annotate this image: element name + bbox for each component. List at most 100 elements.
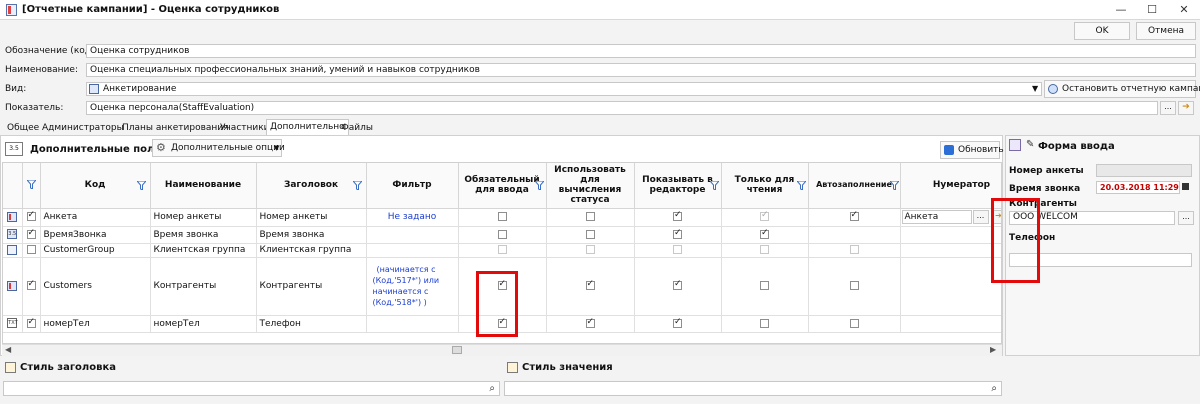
header-readonly[interactable]: Только для чтения	[721, 163, 809, 209]
show-editor-checkbox[interactable]	[673, 245, 682, 254]
name-cell[interactable]: Время звонка	[150, 226, 257, 244]
use-status-checkbox[interactable]	[585, 279, 595, 290]
row-check-cell[interactable]	[22, 208, 41, 227]
show-editor-checkbox[interactable]	[673, 228, 682, 239]
code-cell[interactable]: номерТел	[40, 315, 151, 333]
tab-files[interactable]: Файлы	[338, 121, 376, 135]
show-editor-cell[interactable]	[634, 257, 722, 316]
use-status-cell[interactable]	[546, 315, 635, 333]
chevron-down-icon[interactable]: ▼	[1032, 84, 1038, 93]
code-cell[interactable]: Анкета	[40, 208, 151, 227]
readonly-cell[interactable]	[721, 226, 809, 244]
name-field[interactable]: Оценка специальных профессиональных знан…	[86, 63, 1196, 77]
heading-cell[interactable]: Клиентская группа	[256, 243, 367, 258]
header-use-status[interactable]: Использовать для вычисления статуса	[546, 163, 635, 209]
autofill-checkbox[interactable]	[849, 281, 859, 290]
header-numerator[interactable]: Нумератор	[900, 163, 1001, 209]
autofill-cell[interactable]	[808, 226, 901, 244]
autofill-cell[interactable]	[808, 315, 901, 333]
header-autofill[interactable]: Автозаполнение	[808, 163, 901, 209]
header-show-editor[interactable]: Показывать в редакторе	[634, 163, 722, 209]
filter-cell[interactable]	[366, 315, 459, 333]
code-cell[interactable]: Customers	[40, 257, 151, 316]
use-status-checkbox[interactable]	[585, 212, 595, 221]
use-status-cell[interactable]	[546, 257, 635, 316]
heading-cell[interactable]: Телефон	[256, 315, 367, 333]
use-status-cell[interactable]	[546, 208, 635, 227]
readonly-cell[interactable]	[721, 208, 809, 227]
heading-cell[interactable]: Время звонка	[256, 226, 367, 244]
header-code[interactable]: Код	[40, 163, 151, 209]
ok-button[interactable]: OK	[1074, 22, 1130, 40]
view-select[interactable]: Анкетирование	[86, 82, 1042, 96]
row-select-checkbox[interactable]	[26, 317, 36, 328]
scroll-thumb[interactable]	[452, 346, 462, 354]
code-cell[interactable]: ВремяЗвонка	[40, 226, 151, 244]
horizontal-scrollbar[interactable]: ◀ ▶	[2, 344, 1002, 356]
filter-icon[interactable]	[136, 181, 146, 190]
row-check-cell[interactable]	[22, 226, 41, 244]
readonly-checkbox[interactable]	[760, 228, 769, 239]
required-cell[interactable]	[458, 208, 547, 227]
table-row[interactable]: 3.5 ВремяЗвонка Время звонка Время звонк…	[3, 226, 1001, 244]
row-check-cell[interactable]	[22, 243, 41, 258]
close-button[interactable]: ✕	[1168, 0, 1200, 20]
counterparties-select-button[interactable]: ...	[1178, 211, 1194, 225]
numerator-select-button[interactable]: ...	[972, 210, 989, 224]
header-style-search-input[interactable]: ⌕	[3, 381, 500, 396]
autofill-cell[interactable]	[808, 243, 901, 258]
show-editor-cell[interactable]	[634, 226, 722, 244]
tab-additional[interactable]: Дополнительно	[266, 119, 349, 135]
indicator-open-button[interactable]: ➔	[1178, 101, 1194, 115]
filter-icon[interactable]	[534, 181, 544, 190]
search-icon[interactable]: ⌕	[991, 383, 997, 394]
scroll-right-icon[interactable]: ▶	[990, 345, 996, 354]
show-editor-cell[interactable]	[634, 315, 722, 333]
filter-icon[interactable]	[26, 180, 36, 190]
numerator-cell[interactable]: Анкета ... ➔	[900, 208, 1001, 227]
show-editor-cell[interactable]	[634, 208, 722, 227]
name-cell[interactable]: Номер анкеты	[150, 208, 257, 227]
row-select-checkbox[interactable]	[26, 279, 36, 290]
required-cell[interactable]	[458, 226, 547, 244]
stop-campaign-button[interactable]: Остановить отчетную кампанию	[1044, 80, 1200, 98]
cancel-button[interactable]: Отмена	[1136, 22, 1196, 40]
numerator-cell[interactable]	[900, 257, 1001, 316]
search-icon[interactable]: ⌕	[489, 383, 495, 394]
header-required[interactable]: Обязательный для ввода	[458, 163, 547, 209]
use-status-checkbox[interactable]	[585, 317, 595, 328]
refresh-button[interactable]: Обновить	[940, 141, 1004, 159]
required-checkbox[interactable]	[497, 229, 507, 239]
required-checkbox[interactable]	[497, 245, 507, 254]
show-editor-checkbox[interactable]	[673, 210, 682, 221]
required-checkbox[interactable]	[497, 212, 507, 221]
autofill-cell[interactable]	[808, 208, 901, 227]
tab-administrators[interactable]: Администраторы	[39, 121, 127, 135]
row-check-cell[interactable]	[22, 257, 41, 316]
minimize-button[interactable]: —	[1105, 0, 1137, 20]
readonly-cell[interactable]	[721, 315, 809, 333]
tab-general[interactable]: Общее	[4, 121, 42, 135]
filter-cell[interactable]: (начинается с (Код,'517*') или начинаетс…	[366, 257, 459, 316]
calendar-icon[interactable]	[1182, 183, 1189, 190]
row-select-checkbox[interactable]	[26, 245, 36, 254]
row-check-cell[interactable]	[22, 315, 41, 333]
readonly-checkbox[interactable]	[760, 245, 769, 254]
value-style-search-input[interactable]: ⌕	[504, 381, 1002, 396]
table-row[interactable]: Анкета Номер анкеты Номер анкеты Не зада…	[3, 208, 1001, 227]
autofill-checkbox[interactable]	[849, 318, 859, 328]
filter-icon[interactable]	[796, 181, 806, 190]
filter-icon[interactable]	[709, 181, 719, 190]
show-editor-checkbox[interactable]	[673, 317, 682, 328]
name-cell[interactable]: номерТел	[150, 315, 257, 333]
additional-options-button[interactable]: ⚙ Дополнительные опции ▼	[152, 139, 285, 157]
readonly-checkbox[interactable]	[760, 281, 769, 290]
autofill-checkbox[interactable]	[849, 210, 859, 221]
readonly-checkbox[interactable]	[760, 318, 769, 328]
tab-participants[interactable]: Участники	[217, 121, 273, 135]
code-field[interactable]: Оценка сотрудников	[86, 44, 1196, 58]
header-filter[interactable]: Фильтр	[366, 163, 459, 209]
call-time-field[interactable]: 20.03.2018 11:29	[1096, 181, 1180, 194]
use-status-cell[interactable]	[546, 243, 635, 258]
heading-cell[interactable]: Контрагенты	[256, 257, 367, 316]
